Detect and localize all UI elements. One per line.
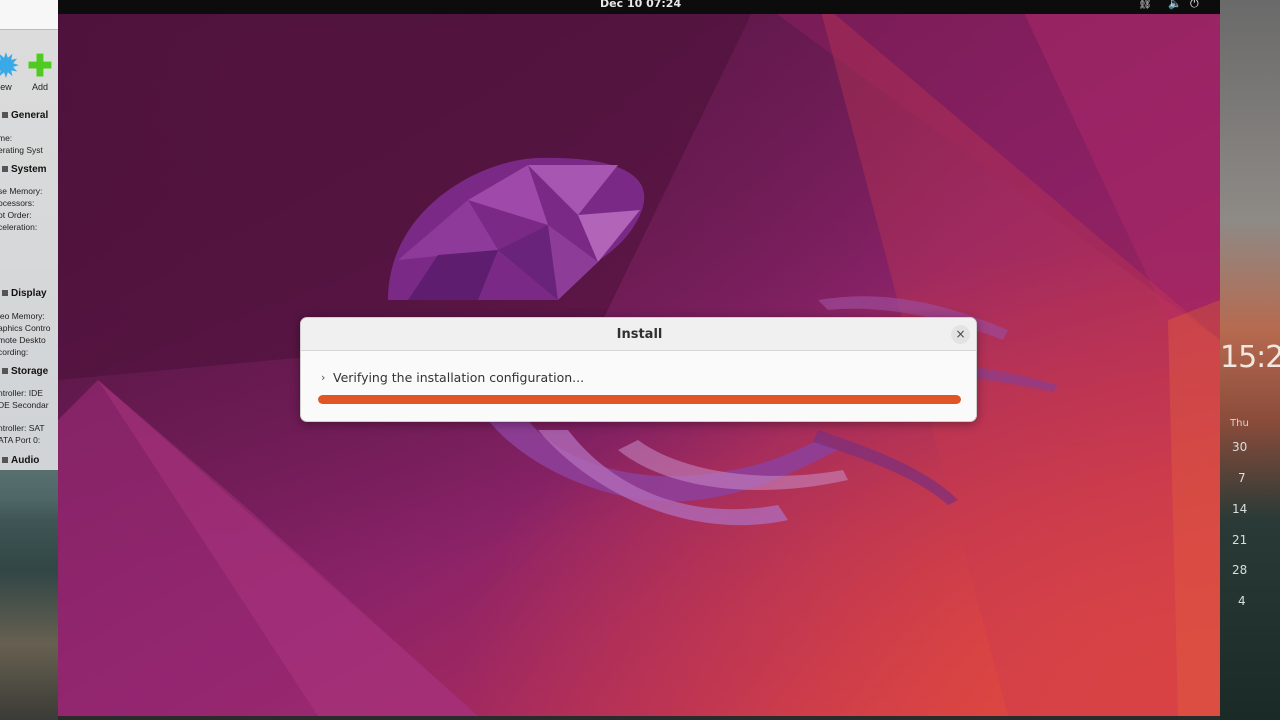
prop-base-memory: se Memory:: [0, 186, 43, 196]
new-vm-label: ew: [0, 82, 12, 92]
prop-video-memory: leo Memory:: [0, 311, 45, 321]
prop-graphics-controller: aphics Contro: [0, 323, 51, 333]
section-storage[interactable]: Storage: [0, 366, 58, 377]
prop-os: erating Syst: [0, 145, 43, 155]
vm-bottom-edge: [58, 716, 1220, 720]
power-icon[interactable]: ⏻: [1190, 0, 1199, 11]
prop-sata-port: ATA Port 0:: [0, 435, 41, 445]
add-vm-button[interactable]: ✚ Add: [20, 50, 58, 93]
prop-boot-order: ot Order:: [0, 210, 32, 220]
section-display-title: Display: [11, 288, 47, 299]
calendar-day[interactable]: 7: [1238, 471, 1246, 485]
host-vm-details-panel: ✹ ew ✚ Add General me: erating Syst Syst…: [0, 0, 58, 720]
section-system-icon: [2, 166, 8, 173]
install-progress-fill: [318, 395, 961, 404]
section-storage-icon: [2, 368, 8, 375]
calendar-day[interactable]: 14: [1232, 502, 1247, 516]
prop-ide-secondary: DE Secondar: [0, 400, 49, 410]
section-storage-title: Storage: [11, 366, 49, 377]
section-audio-icon: [2, 457, 8, 464]
top-bar-clock[interactable]: Dec 10 07:24: [600, 0, 681, 10]
prop-recording: cording:: [0, 347, 29, 357]
section-general-title: General: [11, 110, 49, 121]
calendar-day[interactable]: 28: [1232, 563, 1247, 577]
calendar-day[interactable]: 21: [1232, 533, 1247, 547]
section-audio[interactable]: Audio: [0, 455, 58, 466]
host-clock: 15:23: [1220, 340, 1280, 375]
close-icon[interactable]: ×: [951, 325, 970, 344]
host-wallpaper-fragment: [0, 470, 58, 720]
host-calendar-strip: 15:23 Thu 30 7 14 21 28 4: [1220, 0, 1280, 720]
section-display[interactable]: Display: [0, 288, 58, 299]
section-display-icon: [2, 290, 8, 297]
section-system[interactable]: System: [0, 164, 58, 175]
prop-acceleration: celeration:: [0, 222, 38, 232]
gnome-top-bar: Dec 10 07:24 ⛓ 🔈 ⏻: [58, 0, 1220, 14]
add-plus-icon: ✚: [27, 50, 53, 83]
dialog-title: Install: [616, 327, 663, 342]
prop-controller-ide: ntroller: IDE: [0, 388, 43, 398]
install-dialog: Install × › Verifying the installation c…: [300, 317, 977, 422]
section-general-icon: [2, 112, 8, 119]
vm-screen[interactable]: Dec 10 07:24 ⛓ 🔈 ⏻ Install × › Verifying…: [58, 0, 1220, 716]
host-panel-titlebar: [0, 0, 58, 30]
network-icon[interactable]: ⛓: [1138, 0, 1152, 10]
calendar-day[interactable]: 4: [1238, 594, 1246, 608]
details-expander-icon[interactable]: ›: [321, 371, 325, 384]
volume-icon[interactable]: 🔈: [1168, 0, 1182, 10]
section-audio-title: Audio: [11, 455, 40, 466]
section-general[interactable]: General: [0, 110, 58, 121]
prop-controller-sata: ntroller: SAT: [0, 423, 45, 433]
prop-processors: ocessors:: [0, 198, 35, 208]
calendar-weekday: Thu: [1230, 418, 1249, 429]
calendar-day[interactable]: 30: [1232, 440, 1247, 454]
install-status-text: Verifying the installation configuration…: [333, 370, 585, 385]
prop-name: me:: [0, 133, 13, 143]
dialog-header[interactable]: Install ×: [301, 318, 976, 351]
section-system-title: System: [11, 164, 47, 175]
install-progress-bar: [318, 395, 961, 404]
prop-remote-desktop: mote Deskto: [0, 335, 46, 345]
add-vm-label: Add: [31, 82, 48, 92]
